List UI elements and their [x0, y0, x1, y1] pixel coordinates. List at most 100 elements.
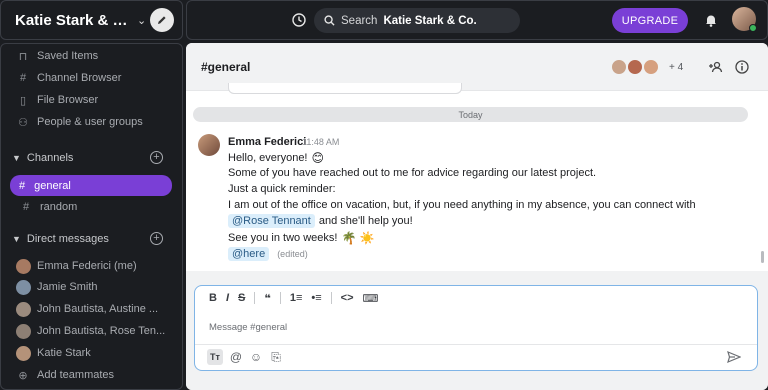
strikethrough-icon[interactable]: S	[238, 292, 245, 304]
upgrade-button[interactable]: UPGRADE	[612, 8, 688, 33]
message-composer: B I S ❝ 1≡ •≡ <> ⌨ Tт @ ☺ ⎘	[194, 285, 758, 371]
chevron-down-icon: ▼	[12, 153, 21, 163]
channel-label: general	[34, 179, 71, 192]
emoji-icon[interactable]: ☺	[249, 350, 263, 364]
dm-label: John Bautista, Austine ...	[37, 303, 159, 315]
code-block-icon[interactable]: ⌨	[363, 292, 379, 305]
channel-browser-icon: #	[19, 72, 27, 84]
sidebar: ⊓ Saved Items # Channel Browser ▯ File B…	[0, 43, 183, 390]
avatar	[16, 323, 31, 339]
channel-label: random	[40, 201, 78, 213]
scrollbar[interactable]	[761, 251, 764, 263]
channels-header-label: Channels	[26, 152, 74, 164]
add-dm-icon[interactable]: +	[150, 232, 163, 245]
text-format-toggle[interactable]: Tт	[207, 349, 223, 365]
sidebar-item-label: Saved Items	[37, 50, 99, 62]
avatar	[16, 345, 31, 361]
sidebar-item-dm[interactable]: Jamie Smith	[1, 276, 182, 298]
bulleted-list-icon[interactable]: •≡	[311, 292, 321, 304]
plus-icon: ⊕	[18, 369, 28, 382]
message-input[interactable]	[209, 322, 709, 333]
file-browser-icon: ▯	[19, 94, 27, 107]
message-author[interactable]: Emma Federici	[228, 136, 306, 148]
dm-section-header[interactable]: ▼ Direct messages +	[1, 228, 182, 250]
sidebar-item-dm[interactable]: Emma Federici (me)	[1, 255, 182, 277]
sidebar-item-dm[interactable]: John Bautista, Rose Ten...	[1, 320, 182, 342]
member-avatar[interactable]	[643, 59, 659, 75]
compose-button[interactable]	[150, 8, 174, 32]
date-divider: Today	[193, 107, 748, 122]
people-icon: ⚇	[18, 116, 28, 129]
bookmark-icon: ⊓	[18, 50, 28, 63]
search-workspace: Katie Stark & Co.	[383, 14, 477, 27]
user-avatar[interactable]	[732, 7, 757, 32]
search-placeholder: Search	[341, 14, 378, 27]
search-bar[interactable]: Search Katie Stark & Co.	[314, 8, 520, 33]
attachment-icon[interactable]: ⎘	[269, 350, 283, 365]
message-line: @Rose Tennant and she'll help you!	[228, 214, 413, 228]
bold-icon[interactable]: B	[209, 292, 217, 304]
numbered-list-icon[interactable]: 1≡	[290, 292, 303, 304]
search-icon	[324, 15, 335, 26]
add-teammates-button[interactable]: ⊕ Add teammates	[1, 364, 182, 386]
chevron-down-icon[interactable]: ⌄	[137, 14, 146, 27]
code-icon[interactable]: <>	[341, 292, 354, 304]
pencil-icon	[158, 16, 166, 24]
message-text: See you in two weeks!	[228, 232, 338, 244]
sidebar-item-people[interactable]: ⚇ People & user groups	[1, 111, 182, 133]
message-text: Just a quick reminder:	[228, 183, 336, 195]
workspace-header[interactable]: Katie Stark & C... ⌄	[0, 0, 183, 40]
workspace-name[interactable]: Katie Stark & C...	[15, 12, 133, 29]
italic-icon[interactable]: I	[226, 292, 229, 304]
add-channel-icon[interactable]: +	[150, 151, 163, 164]
quote-icon[interactable]: ❝	[264, 292, 270, 305]
add-teammates-label: Add teammates	[37, 369, 115, 381]
sidebar-item-channel-browser[interactable]: # Channel Browser	[1, 67, 182, 89]
top-bar: Search Katie Stark & Co. UPGRADE	[186, 0, 768, 40]
dm-label: Jamie Smith	[37, 281, 98, 293]
hash-icon: #	[19, 179, 26, 192]
member-count[interactable]: + 4	[669, 62, 683, 73]
message-line: Hello, everyone! 😊	[228, 151, 324, 165]
send-icon[interactable]	[727, 350, 741, 364]
online-status-dot	[749, 24, 757, 32]
history-icon[interactable]	[291, 12, 307, 28]
mention-here[interactable]: @here	[228, 247, 270, 261]
sidebar-item-general[interactable]: # general	[10, 175, 172, 196]
toolbar-divider	[279, 292, 281, 304]
channel-view: #general + 4 Today Emma Federici 11:48 A…	[186, 43, 768, 390]
sidebar-item-label: People & user groups	[37, 116, 143, 128]
sidebar-item-file-browser[interactable]: ▯ File Browser	[1, 89, 182, 111]
previous-message-bubble	[228, 83, 462, 94]
dm-label: John Bautista, Rose Ten...	[37, 325, 166, 337]
message-line: Some of you have reached out to me for a…	[228, 167, 596, 179]
channel-title[interactable]: #general	[201, 60, 250, 74]
message-text: and she'll help you!	[318, 215, 413, 227]
mention-rose-tennant[interactable]: @Rose Tennant	[228, 214, 315, 228]
hash-icon: #	[22, 201, 30, 213]
smile-emoji-icon: 😊	[311, 151, 325, 165]
add-member-icon[interactable]	[708, 59, 724, 75]
message-line: See you in two weeks! 🌴 ☀️	[228, 231, 375, 245]
composer-divider	[195, 344, 757, 345]
mention-icon[interactable]: @	[229, 350, 243, 364]
member-avatar[interactable]	[611, 59, 627, 75]
sidebar-item-saved-items[interactable]: ⊓ Saved Items	[1, 45, 182, 67]
toolbar-divider	[254, 292, 256, 304]
info-icon[interactable]	[734, 59, 750, 75]
channels-section-header[interactable]: ▼ Channels +	[1, 147, 182, 169]
sidebar-item-random[interactable]: # random	[1, 196, 182, 218]
avatar	[16, 301, 31, 317]
app-window: Katie Stark & C... ⌄ Search Katie Stark …	[0, 0, 768, 390]
avatar	[16, 279, 31, 295]
member-avatar[interactable]	[627, 59, 643, 75]
sidebar-item-dm[interactable]: John Bautista, Austine ...	[1, 298, 182, 320]
message-line: Just a quick reminder:	[228, 183, 336, 195]
message-timestamp: 11:48 AM	[302, 137, 340, 147]
avatar[interactable]	[198, 134, 220, 156]
dm-label: Emma Federici (me)	[37, 260, 137, 272]
bell-icon[interactable]	[703, 12, 719, 28]
message-text: I am out of the office on vacation, but,…	[228, 199, 696, 211]
sidebar-item-dm[interactable]: Katie Stark	[1, 342, 182, 364]
composer-tools: Tт @ ☺ ⎘	[207, 349, 283, 365]
